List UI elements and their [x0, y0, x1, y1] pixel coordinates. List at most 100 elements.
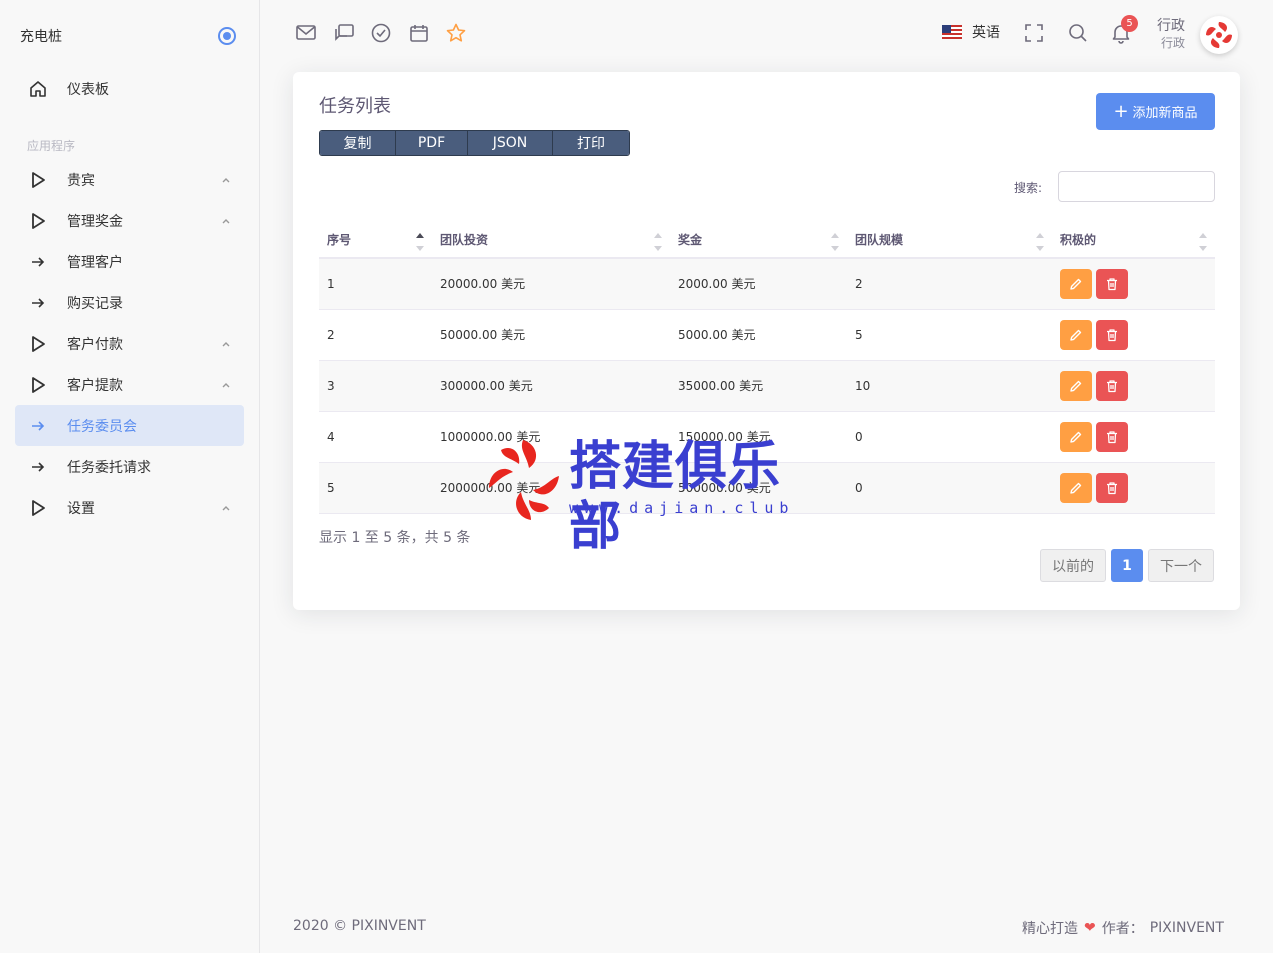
sort-desc-icon	[654, 246, 662, 251]
edit-button[interactable]	[1060, 319, 1092, 350]
search-label: 搜索:	[1014, 181, 1043, 195]
task-list-card: 任务列表 + 添加新商品 复制 PDF JSON 打印 搜索: 序号 团队投资	[293, 72, 1240, 610]
sidebar-item-customer-withdrawals[interactable]: 客户提款	[15, 364, 244, 405]
json-button[interactable]: JSON	[468, 131, 553, 155]
sidebar-item-customer-payments[interactable]: 客户付款	[15, 323, 244, 364]
sidebar-collapse-icon[interactable]	[218, 27, 236, 45]
sidebar: 充电桩 仪表板 应用程序 贵宾 管理奖金 管理客户 购买记录 客户付款 客户提款	[0, 0, 260, 953]
page-1-button[interactable]: 1	[1111, 549, 1143, 582]
chevron-up-icon	[222, 383, 230, 388]
play-icon	[32, 172, 45, 188]
sort-asc-icon	[1199, 233, 1207, 238]
previous-page-button[interactable]: 以前的	[1040, 549, 1106, 582]
edit-button[interactable]	[1060, 421, 1092, 452]
delete-button[interactable]	[1096, 268, 1128, 299]
chat-icon[interactable]	[333, 22, 355, 44]
cell-actions	[1052, 360, 1215, 412]
sidebar-item-vip[interactable]: 贵宾	[15, 159, 244, 200]
notification-badge: 5	[1121, 15, 1138, 32]
trash-icon	[1107, 379, 1117, 392]
sidebar-item-label: 购买记录	[67, 296, 123, 312]
sort-asc-icon	[654, 233, 662, 238]
cell-investment: 1000000.00 美元	[432, 411, 670, 463]
language-label: 英语	[972, 25, 1000, 41]
edit-button[interactable]	[1060, 472, 1092, 503]
cell-investment: 300000.00 美元	[432, 360, 670, 412]
delete-button[interactable]	[1096, 319, 1128, 350]
sidebar-item-label: 仪表板	[67, 82, 109, 98]
cell-investment: 20000.00 美元	[432, 258, 670, 310]
chevron-up-icon	[222, 178, 230, 183]
column-header-size[interactable]: 团队规模	[847, 222, 1052, 259]
sidebar-item-task-requests[interactable]: 任务委托请求	[15, 446, 244, 487]
search-icon[interactable]	[1067, 22, 1089, 44]
sidebar-item-label: 任务委托请求	[67, 460, 151, 476]
sidebar-section-label: 应用程序	[27, 139, 76, 153]
sort-asc-icon	[1036, 233, 1044, 238]
cell-size: 0	[847, 462, 1052, 514]
cell-bonus: 150000.00 美元	[670, 411, 847, 463]
sort-desc-icon	[416, 246, 424, 251]
delete-button[interactable]	[1096, 472, 1128, 503]
table-header-row: 序号 团队投资 奖金 团队规模 积极的	[319, 222, 1215, 259]
sidebar-item-manage-bonus[interactable]: 管理奖金	[15, 200, 244, 241]
calendar-icon[interactable]	[408, 22, 430, 44]
cell-bonus: 35000.00 美元	[670, 360, 847, 412]
search-input[interactable]	[1058, 171, 1215, 202]
cell-size: 2	[847, 258, 1052, 310]
sidebar-item-dashboard[interactable]: 仪表板	[15, 68, 244, 109]
us-flag-icon	[942, 25, 962, 39]
cell-size: 10	[847, 360, 1052, 412]
column-header-bonus[interactable]: 奖金	[670, 222, 847, 259]
cell-no: 2	[319, 309, 432, 361]
column-label: 团队投资	[440, 233, 489, 247]
table-row: 3 300000.00 美元 35000.00 美元 10	[319, 360, 1215, 412]
footer-credit: 精心打造 ❤ 作者： PIXINVENT	[1022, 918, 1224, 938]
sidebar-item-task-committee[interactable]: 任务委员会	[15, 405, 244, 446]
play-icon	[32, 336, 45, 352]
fullscreen-icon[interactable]	[1023, 22, 1045, 44]
cell-actions	[1052, 309, 1215, 361]
mail-icon[interactable]	[295, 22, 317, 44]
column-label: 序号	[327, 233, 352, 247]
sidebar-item-settings[interactable]: 设置	[15, 487, 244, 528]
delete-button[interactable]	[1096, 370, 1128, 401]
print-button[interactable]: 打印	[553, 131, 629, 155]
star-icon[interactable]	[445, 22, 467, 44]
add-new-item-button[interactable]: + 添加新商品	[1096, 93, 1215, 130]
delete-button[interactable]	[1096, 421, 1128, 452]
cell-bonus: 5000.00 美元	[670, 309, 847, 361]
footer-author[interactable]: PIXINVENT	[1150, 920, 1224, 936]
language-dropdown[interactable]: 英语	[942, 22, 1000, 42]
sort-desc-icon	[831, 246, 839, 251]
cell-actions	[1052, 258, 1215, 310]
check-circle-icon[interactable]	[370, 22, 392, 44]
brand-title[interactable]: 充电桩	[20, 26, 62, 46]
table-row: 1 20000.00 美元 2000.00 美元 2	[319, 258, 1215, 310]
arrow-right-icon	[32, 421, 45, 431]
edit-button[interactable]	[1060, 370, 1092, 401]
pdf-button[interactable]: PDF	[396, 131, 468, 155]
avatar[interactable]	[1200, 16, 1238, 54]
trash-icon	[1107, 328, 1117, 341]
next-page-button[interactable]: 下一个	[1148, 549, 1214, 582]
sort-asc-icon	[831, 233, 839, 238]
copy-button[interactable]: 复制	[320, 131, 396, 155]
home-icon	[30, 81, 46, 97]
export-button-group: 复制 PDF JSON 打印	[319, 130, 630, 156]
column-header-actions[interactable]: 积极的	[1052, 222, 1215, 259]
column-header-investment[interactable]: 团队投资	[432, 222, 670, 259]
sidebar-item-manage-customers[interactable]: 管理客户	[15, 241, 244, 282]
user-name[interactable]: 行政	[1157, 15, 1185, 35]
sort-desc-icon	[1199, 246, 1207, 251]
column-label: 团队规模	[855, 233, 904, 247]
sidebar-item-purchase-records[interactable]: 购买记录	[15, 282, 244, 323]
sidebar-item-label: 任务委员会	[67, 419, 137, 435]
cell-size: 0	[847, 411, 1052, 463]
edit-button[interactable]	[1060, 268, 1092, 299]
trash-icon	[1107, 481, 1117, 494]
column-header-no[interactable]: 序号	[319, 222, 432, 259]
table-info: 显示 1 至 5 条，共 5 条	[319, 530, 471, 546]
cell-bonus: 2000.00 美元	[670, 258, 847, 310]
sidebar-item-label: 设置	[67, 501, 95, 517]
